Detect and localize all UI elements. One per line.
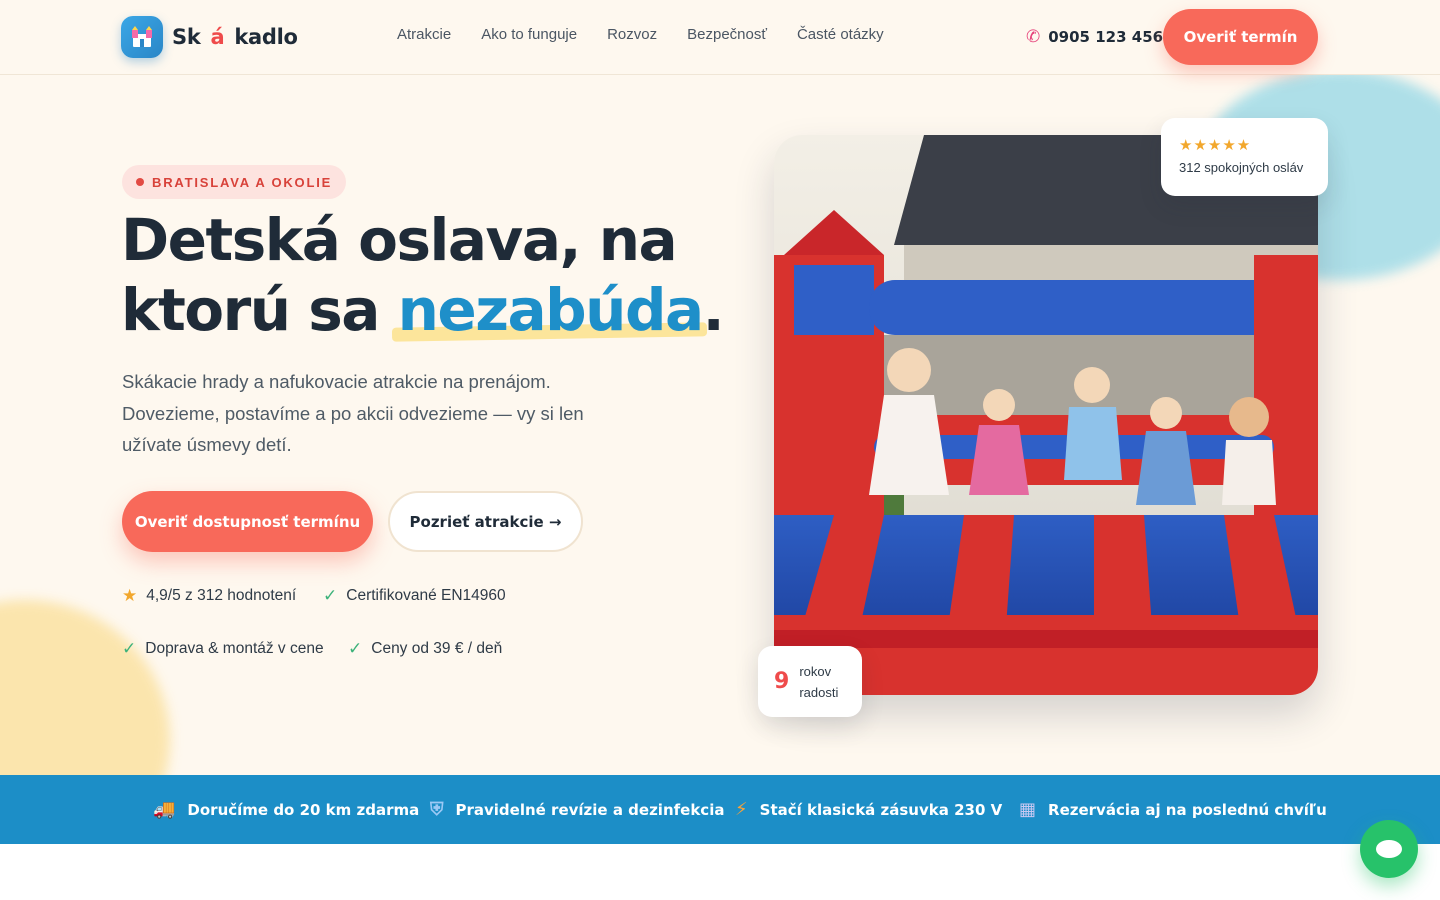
benefits-strip: 🚚 Doručíme do 20 km zdarma ⛨ Pravidelné … <box>0 775 1440 844</box>
location-badge: BRATISLAVA A OKOLIE <box>122 165 347 199</box>
benefit-text: Doručíme do 20 km zdarma <box>187 800 420 819</box>
hero-photo-bouncy-castle <box>774 135 1318 695</box>
next-section <box>0 844 1440 900</box>
phone-link[interactable]: ✆ 0905 123 456 <box>1026 27 1163 47</box>
chat-bubble-icon <box>1376 840 1402 858</box>
years-label: rokov radosti <box>799 663 839 700</box>
feature-price: ✓ Ceny od 39 € / deň <box>348 639 502 659</box>
benefit-delivery: 🚚 Doručíme do 20 km zdarma <box>153 775 419 844</box>
view-attractions-button[interactable]: Pozrieť atrakcie → <box>388 491 583 552</box>
phone-icon: ✆ <box>1026 27 1041 47</box>
page: Sk á kadlo Atrakcie Ako to funguje Rozvoz … <box>0 0 1440 900</box>
rating-card: ★★★★★ 312 spokojných osláv <box>1161 118 1328 196</box>
rating-stars: ★★★★★ <box>1179 137 1252 154</box>
phone-number: 0905 123 456 <box>1048 28 1164 46</box>
feature-rating: ★ 4,9/5 z 312 hodnotení <box>122 586 296 606</box>
check-date-header-button[interactable]: Overiť termín <box>1163 9 1318 65</box>
pin-icon <box>136 178 144 186</box>
nav-link-atrakcie[interactable]: Atrakcie <box>397 26 451 43</box>
check-icon: ✓ <box>323 586 338 605</box>
feature-certified: ✓ Certifikované EN14960 <box>323 586 506 606</box>
check-availability-button[interactable]: Overiť dostupnosť termínu <box>122 491 373 552</box>
chat-button[interactable] <box>1360 820 1418 878</box>
nav-link-bezpecnost[interactable]: Bezpečnosť <box>687 26 767 43</box>
nav-link-rozvoz[interactable]: Rozvoz <box>607 26 657 43</box>
headline-line-2: ktorú sa <box>121 276 380 344</box>
feature-text: Doprava & montáž v cene <box>145 640 324 657</box>
years-card: 9 rokov radosti <box>758 646 862 717</box>
benefit-reservation: ▦ Rezervácia aj na poslednú chvíľu <box>1019 775 1327 844</box>
bolt-icon: ⚡ <box>735 799 748 820</box>
calendar-icon: ▦ <box>1019 799 1037 820</box>
benefit-power: ⚡ Stačí klasická zásuvka 230 V <box>735 775 1002 844</box>
logo-wordmark: Sk á kadlo <box>172 25 298 49</box>
benefit-text: Rezervácia aj na poslednú chvíľu <box>1048 800 1327 819</box>
shield-icon: ⛨ <box>430 799 444 820</box>
nav-link-caste-otazky[interactable]: Časté otázky <box>797 26 884 43</box>
main-nav: Atrakcie Ako to funguje Rozvoz Bezpečnos… <box>397 26 884 43</box>
feature-text: Certifikované EN14960 <box>346 587 506 604</box>
feature-delivery: ✓ Doprava & montáž v cene <box>122 639 324 659</box>
headline-line-1: Detská oslava, na <box>121 206 678 274</box>
check-icon: ✓ <box>122 639 137 658</box>
site-header: Sk á kadlo Atrakcie Ako to funguje Rozvoz … <box>0 0 1440 75</box>
benefit-revisions: ⛨ Pravidelné revízie a dezinfekcia <box>430 775 724 844</box>
castle-icon <box>121 16 163 58</box>
nav-link-ako-to-funguje[interactable]: Ako to funguje <box>481 26 577 43</box>
benefit-text: Stačí klasická zásuvka 230 V <box>759 800 1003 819</box>
location-badge-label: BRATISLAVA A OKOLIE <box>152 174 333 190</box>
headline-highlight: nezabúda <box>397 276 705 344</box>
rating-card-text: 312 spokojných osláv <box>1179 160 1304 175</box>
check-icon: ✓ <box>348 639 363 658</box>
benefit-text: Pravidelné revízie a dezinfekcia <box>455 800 725 819</box>
logo[interactable]: Sk á kadlo <box>121 16 298 58</box>
feature-text: Ceny od 39 € / deň <box>371 640 503 657</box>
truck-icon: 🚚 <box>153 799 176 820</box>
feature-text: 4,9/5 z 312 hodnotení <box>146 587 297 604</box>
hero-lead: Skákacie hrady a nafukovacie atrakcie na… <box>122 371 584 455</box>
star-icon: ★ <box>122 586 138 605</box>
years-number: 9 <box>774 669 790 694</box>
hero-headline: Detská oslava, na ktorú sa nezabúda. <box>121 205 741 345</box>
